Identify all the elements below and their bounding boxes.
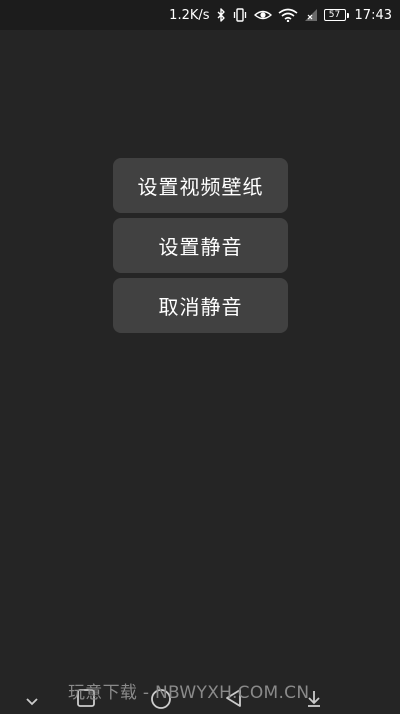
status-bar: 1.2K/s 57 17:43 xyxy=(0,0,400,30)
wifi-icon xyxy=(278,8,298,22)
eye-icon xyxy=(253,8,272,22)
set-video-wallpaper-button[interactable]: 设置视频壁纸 xyxy=(113,158,288,213)
set-mute-button[interactable]: 设置静音 xyxy=(113,218,288,273)
watermark: 玩意下载 - NBWYXH.COM.CN xyxy=(68,683,310,703)
chevron-down-icon[interactable] xyxy=(24,692,40,711)
cancel-mute-button[interactable]: 取消静音 xyxy=(113,278,288,333)
battery-icon: 57 xyxy=(323,9,349,21)
network-speed: 1.2K/s xyxy=(169,7,210,23)
vibrate-icon xyxy=(232,8,248,22)
battery-level: 57 xyxy=(323,9,346,21)
signal-icon xyxy=(304,8,318,22)
clock: 17:43 xyxy=(354,7,392,23)
context-menu: 设置视频壁纸 设置静音 取消静音 xyxy=(113,158,288,333)
bluetooth-icon xyxy=(216,8,226,22)
